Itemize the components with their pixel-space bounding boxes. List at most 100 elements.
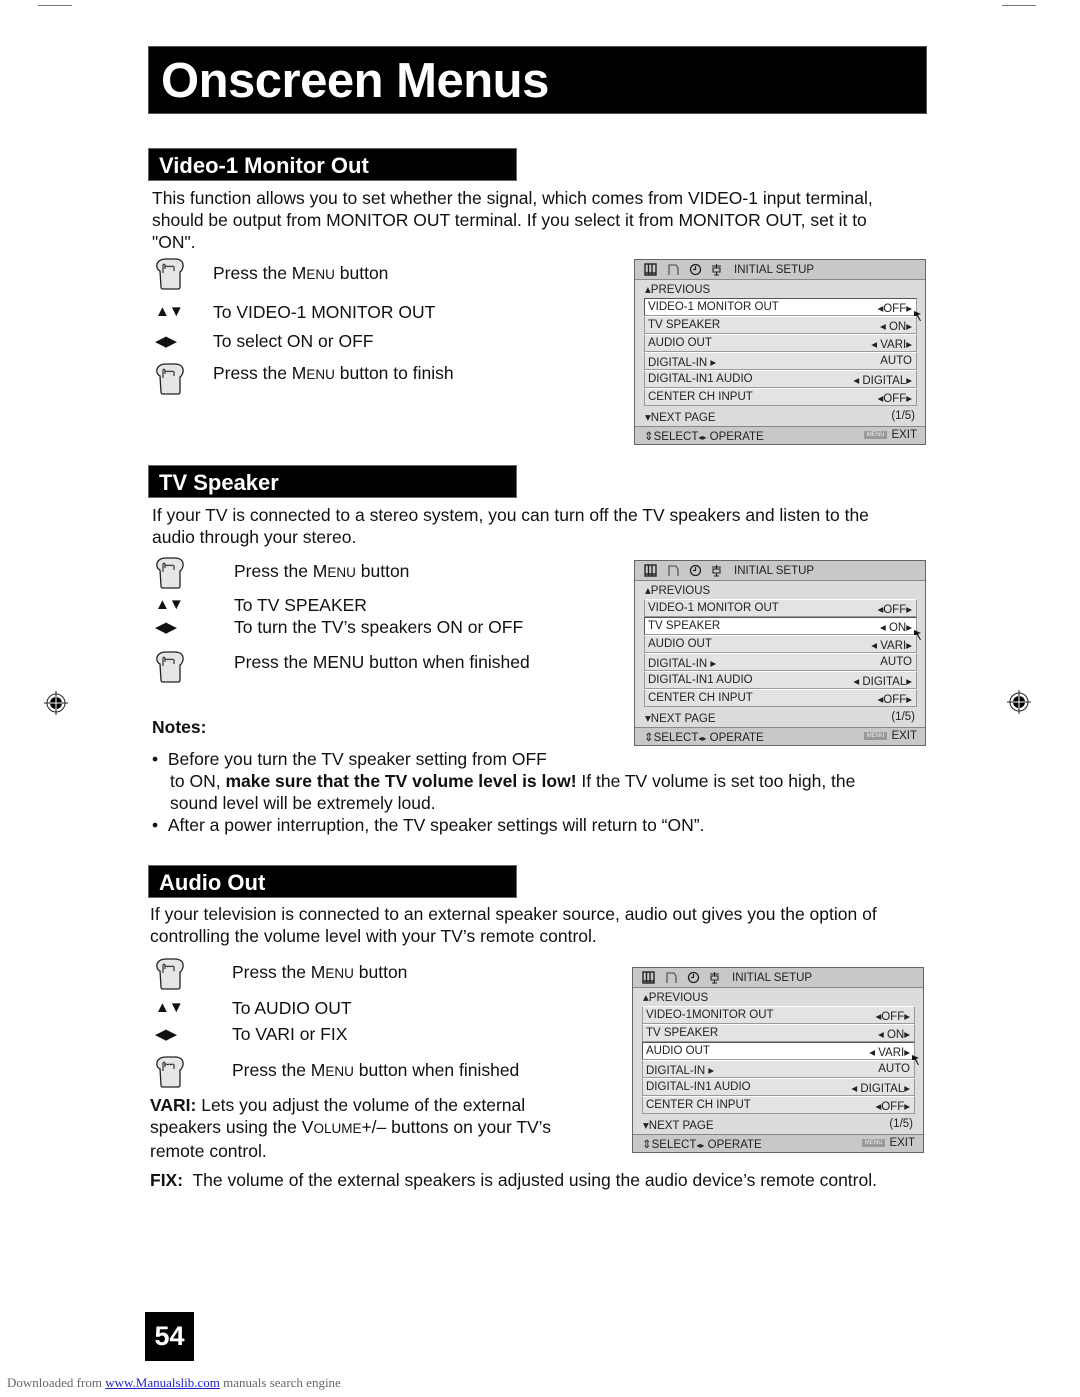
osd-item-label: AUDIO OUT	[646, 1045, 710, 1057]
page-number: 54	[145, 1312, 194, 1361]
osd-menu-item[interactable]: TV SPEAKER ◂ ON▸	[644, 617, 921, 640]
osd-next-page[interactable]: ▾NEXT PAGE	[645, 711, 716, 725]
osd-item-label: CENTER CH INPUT	[648, 391, 753, 403]
notes-label: Notes:	[152, 717, 207, 737]
osd-header: INITIAL SETUP	[633, 968, 923, 988]
osd-header: INITIAL SETUP	[635, 260, 925, 280]
osd-item-label: VIDEO-1 MONITOR OUT	[648, 602, 779, 614]
setup-menu-icon	[712, 565, 721, 577]
osd-menu-initial-setup: INITIAL SETUP ▴PREVIOUS VIDEO-1MONITOR OUT…	[632, 967, 924, 1153]
osd-next-page[interactable]: ▾NEXT PAGE	[645, 410, 716, 424]
crop-mark-top-left	[38, 5, 72, 6]
osd-item-label: DIGITAL-IN1 AUDIO	[648, 674, 753, 686]
clock-menu-icon	[689, 263, 702, 276]
menu-button-badge: MENU	[863, 430, 888, 439]
osd-item-label: DIGITAL-IN1 AUDIO	[646, 1081, 751, 1093]
osd-item-value: ◂OFF▸	[875, 1101, 910, 1113]
hand-press-icon	[156, 557, 184, 589]
page-title-banner: Onscreen Menus	[148, 46, 927, 114]
up-down-arrows-icon: ▲▼	[155, 999, 184, 1016]
osd-menu-item[interactable]: DIGITAL-IN1 AUDIO ◂ DIGITAL▸	[644, 671, 917, 689]
osd-item-label: VIDEO-1MONITOR OUT	[646, 1009, 774, 1021]
osd-next-page[interactable]: ▾NEXT PAGE	[643, 1118, 714, 1132]
osd-item-label: TV SPEAKER	[646, 1027, 719, 1039]
registration-mark-right-icon	[1007, 690, 1031, 714]
picture-menu-icon	[642, 971, 655, 984]
up-down-small-icon: ⇕	[644, 431, 654, 443]
osd-menu-initial-setup: INITIAL SETUP ▴PREVIOUS VIDEO-1 MONITOR OU…	[634, 259, 926, 445]
osd-title: INITIAL SETUP	[734, 264, 815, 276]
step-text: To select ON or OFF	[213, 331, 374, 351]
osd-item-value: ◂ VARI▸	[871, 640, 912, 652]
osd-menu-item[interactable]: TV SPEAKER ◂ ON▸	[642, 1024, 915, 1042]
osd-item-value: ◂ DIGITAL▸	[853, 375, 912, 387]
osd-menu-item[interactable]: DIGITAL-IN ▸ AUTO	[642, 1060, 915, 1078]
osd-menu-item[interactable]: DIGITAL-IN1 AUDIO ◂ DIGITAL▸	[642, 1078, 915, 1096]
osd-menu-item[interactable]: TV SPEAKER ◂ ON▸	[644, 316, 917, 334]
left-right-small-icon: ◂▸	[698, 433, 707, 442]
osd-menu-item[interactable]: AUDIO OUT ◂ VARI▸	[644, 334, 917, 352]
left-right-arrows-icon: ◀▶	[155, 1026, 177, 1043]
step-text: Press the MENU button	[232, 962, 408, 982]
clock-menu-icon	[687, 971, 700, 984]
osd-item-value: ◂ DIGITAL▸	[853, 676, 912, 688]
osd-menu-item[interactable]: CENTER CH INPUT ◂OFF▸	[644, 388, 917, 406]
osd-menu-item[interactable]: AUDIO OUT ◂ VARI▸	[642, 1042, 919, 1065]
step-text: To turn the TV’s speakers ON or OFF	[234, 617, 524, 637]
osd-footer: ⇕SELECT◂▸ OPERATE MENU EXIT	[635, 426, 925, 444]
bullet: •	[152, 815, 168, 835]
note-item: • Before you turn the TV speaker setting…	[152, 749, 856, 813]
osd-previous[interactable]: ▴PREVIOUS	[645, 583, 710, 597]
section-heading-video1-monitor-out: Video-1 Monitor Out	[148, 148, 517, 181]
step-text: To TV SPEAKER	[234, 595, 367, 615]
osd-menu-item[interactable]: DIGITAL-IN ▸ AUTO	[644, 352, 917, 370]
osd-item-value: ◂ VARI▸	[871, 339, 912, 351]
hand-press-icon	[156, 258, 184, 290]
osd-item-value: AUTO	[878, 1063, 910, 1075]
osd-item-label: CENTER CH INPUT	[646, 1099, 751, 1111]
section-intro: This function allows you to set whether …	[152, 188, 873, 252]
osd-footer: ⇕SELECT◂▸ OPERATE MENU EXIT	[633, 1134, 923, 1152]
up-down-small-icon: ⇕	[642, 1139, 652, 1151]
osd-menu-item[interactable]: AUDIO OUT ◂ VARI▸	[644, 635, 917, 653]
crop-mark-top-right	[1002, 5, 1036, 6]
left-right-arrows-icon: ◀▶	[155, 619, 177, 636]
step-text: Press the MENU button to finish	[213, 363, 454, 383]
osd-item-value: ◂ VARI▸	[869, 1047, 910, 1059]
osd-menu-item[interactable]: CENTER CH INPUT ◂OFF▸	[644, 689, 917, 707]
osd-item-value: ◂OFF▸	[875, 1011, 910, 1023]
setup-menu-icon	[712, 264, 721, 276]
osd-menu-item[interactable]: VIDEO-1 MONITOR OUT ◂OFF▸	[644, 599, 917, 617]
manualslib-link[interactable]: www.Manualslib.com	[105, 1375, 220, 1390]
osd-item-label: AUDIO OUT	[648, 638, 712, 650]
osd-menu-item[interactable]: VIDEO-1MONITOR OUT ◂OFF▸	[642, 1006, 915, 1024]
hand-press-icon	[156, 651, 184, 683]
osd-menu-item[interactable]: DIGITAL-IN1 AUDIO ◂ DIGITAL▸	[644, 370, 917, 388]
step-text: Press the MENU button when finished	[234, 652, 530, 672]
osd-item-label: DIGITAL-IN1 AUDIO	[648, 373, 753, 385]
osd-item-value: ◂ ON▸	[878, 1029, 910, 1041]
osd-previous[interactable]: ▴PREVIOUS	[643, 990, 708, 1004]
osd-menu-item[interactable]: CENTER CH INPUT ◂OFF▸	[642, 1096, 915, 1114]
osd-menu-item[interactable]: DIGITAL-IN ▸ AUTO	[644, 653, 917, 671]
osd-item-label: DIGITAL-IN ▸	[646, 1065, 715, 1077]
up-down-arrows-icon: ▲▼	[155, 596, 184, 613]
osd-previous[interactable]: ▴PREVIOUS	[645, 282, 710, 296]
left-right-small-icon: ◂▸	[698, 734, 707, 743]
section-heading-tv-speaker: TV Speaker	[148, 465, 517, 498]
osd-title: INITIAL SETUP	[734, 565, 815, 577]
registration-mark-left-icon	[44, 691, 68, 715]
clock-menu-icon	[689, 564, 702, 577]
vari-description: VARI: Lets you adjust the volume of the …	[150, 1095, 551, 1161]
osd-menu-initial-setup: INITIAL SETUP ▴PREVIOUS VIDEO-1 MONITOR OU…	[634, 560, 926, 746]
osd-item-value: AUTO	[880, 355, 912, 367]
section-intro: If your TV is connected to a stereo syst…	[152, 505, 869, 547]
sound-menu-icon	[668, 264, 679, 275]
section-intro: If your television is connected to an ex…	[150, 904, 877, 946]
osd-item-label: DIGITAL-IN ▸	[648, 658, 717, 670]
osd-item-value: ◂OFF▸	[877, 303, 912, 315]
step-text: To VARI or FIX	[232, 1024, 348, 1044]
osd-menu-item[interactable]: VIDEO-1 MONITOR OUT ◂OFF▸	[644, 298, 921, 321]
left-right-small-icon: ◂▸	[696, 1141, 705, 1150]
osd-item-value: ◂OFF▸	[877, 604, 912, 616]
